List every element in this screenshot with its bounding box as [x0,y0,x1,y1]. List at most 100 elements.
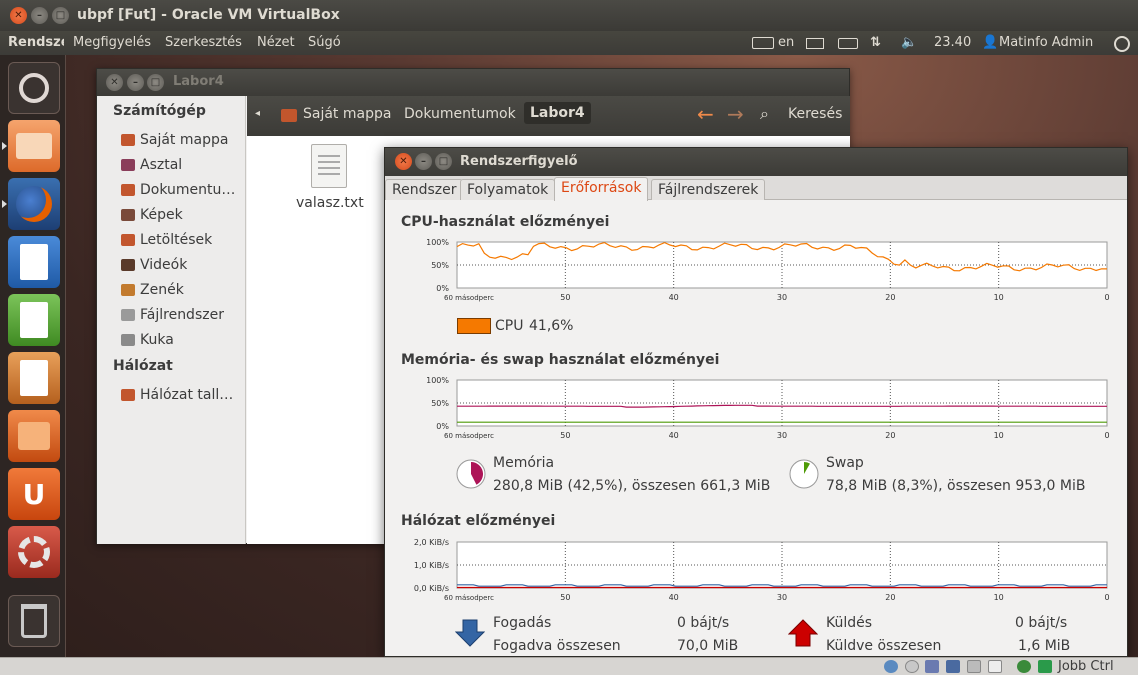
network-icon[interactable]: ⇅ [870,35,881,50]
capture-icon[interactable] [1017,660,1031,673]
y-tick-label: 1,0 KiB/s [414,561,449,570]
keyboard-layout[interactable]: en [778,35,794,50]
sysmon-close-button[interactable]: ✕ [395,153,412,170]
y-tick-label: 0% [436,422,449,431]
shared-folder-icon[interactable] [967,660,981,673]
trash-icon[interactable] [8,595,60,647]
sysmon-minimize-button[interactable]: – [415,153,432,170]
swap-pie-icon[interactable] [788,458,820,490]
x-tick-label: 60 másodperc [444,594,494,602]
memory-pie-icon[interactable] [455,458,487,490]
hard-disk-icon[interactable] [884,660,898,673]
folder-icon [121,284,135,296]
ubuntu-one-icon[interactable]: U [8,468,60,520]
menu-megfigyeles[interactable]: Megfigyelés [73,35,151,50]
sidebar-item[interactable]: Asztal [121,154,243,176]
x-tick-label: 30 [777,293,787,302]
forward-arrow-icon[interactable]: → [727,102,744,126]
user-icon[interactable]: 👤 [982,35,998,50]
crumb-labor4[interactable]: Labor4 [524,102,591,124]
y-tick-label: 100% [426,376,449,385]
optical-drive-icon[interactable] [905,660,919,673]
sidebar-item[interactable]: Fájlrendszer [121,304,243,326]
vbox-minimize-button[interactable]: – [31,7,48,24]
vbox-maximize-button[interactable]: □ [52,7,69,24]
power-icon[interactable] [1114,36,1130,52]
sidebar-item[interactable]: Hálózat tall… [121,384,243,406]
fm-close-button[interactable]: ✕ [106,74,123,91]
sidebar-item[interactable]: Dokumentu… [121,179,243,201]
menu-nezet[interactable]: Nézet [257,35,295,50]
panel-clock[interactable]: 23.40 [934,35,971,50]
cpu-legend-swatch[interactable] [457,318,491,334]
keyboard-icon[interactable] [752,37,774,49]
file-name[interactable]: valasz.txt [296,195,364,211]
sidebar-item-label: Dokumentu… [140,182,236,198]
send-value: 0 bájt/s [1015,615,1068,631]
search-label[interactable]: Keresés [788,106,842,122]
x-tick-label: 10 [994,431,1004,440]
sysmon-window-title: Rendszerfigyelő [460,154,578,169]
files-icon[interactable] [8,120,60,172]
y-tick-label: 100% [426,238,449,247]
receive-label: Fogadás [493,615,552,631]
system-settings-icon[interactable] [8,526,60,578]
impress-icon[interactable] [8,352,60,404]
sidebar-item[interactable]: Zenék [121,279,243,301]
calc-icon[interactable] [8,294,60,346]
fm-window-title: Labor4 [173,74,224,89]
x-tick-label: 30 [777,593,787,602]
sidebar-item[interactable]: Saját mappa [121,129,243,151]
tab-fajlrendszerek[interactable]: Fájlrendszerek [651,179,766,200]
sidebar-item[interactable]: Képek [121,204,243,226]
panel-user[interactable]: Matinfo Admin [999,35,1093,50]
fm-maximize-button[interactable]: □ [147,74,164,91]
x-tick-label: 10 [994,593,1004,602]
sidebar-item-label: Képek [140,207,183,223]
x-tick-label: 40 [669,593,679,602]
sidebar-item[interactable]: Videók [121,254,243,276]
display-icon[interactable] [988,660,1002,673]
crumb-home[interactable]: Saját mappa [303,106,391,122]
sysmon-maximize-button[interactable]: □ [435,153,452,170]
tab-rendszer[interactable]: Rendszer [385,179,464,200]
battery-icon[interactable] [838,38,858,49]
volume-icon[interactable]: 🔈 [901,35,917,50]
x-tick-label: 50 [560,593,570,602]
sidebar-item[interactable]: Kuka [121,329,243,351]
folder-icon [121,334,135,346]
writer-icon[interactable] [8,236,60,288]
menu-sugo[interactable]: Súgó [308,35,341,50]
sidebar-item-label: Letöltések [140,232,213,248]
top-panel: Rendszerfigyelő Megfigyelés Szerkesztés … [0,31,1138,55]
tab-folyamatok[interactable]: Folyamatok [460,179,556,200]
x-tick-label: 40 [669,293,679,302]
fm-minimize-button[interactable]: – [127,74,144,91]
x-tick-label: 20 [885,293,895,302]
mail-icon[interactable] [806,38,824,49]
search-icon[interactable]: ⌕ [760,104,769,124]
network-adapter-icon[interactable] [946,660,960,673]
sidebar-item-label: Videók [140,257,188,273]
tab-eroforrasok[interactable]: Erőforrások [554,177,649,201]
sidebar-item[interactable]: Letöltések [121,229,243,251]
sidebar-item-label: Zenék [140,282,184,298]
back-arrow-icon[interactable]: ← [697,102,714,126]
send-label: Küldés [826,615,873,631]
firefox-icon[interactable] [8,178,60,230]
dash-home-icon[interactable] [8,62,60,114]
cpu-value: 41,6% [529,318,574,334]
vbox-close-button[interactable]: ✕ [10,7,27,24]
cpu-legend-label: CPU [495,318,524,334]
menu-szerkesztes[interactable]: Szerkesztés [165,35,242,50]
memory-value: 280,8 MiB (42,5%), összesen 661,3 MiB [493,478,771,494]
crumb-dokumentumok[interactable]: Dokumentumok [404,106,516,122]
folder-icon [121,259,135,271]
software-center-icon[interactable] [8,410,60,462]
x-tick-label: 10 [994,293,1004,302]
usb-icon[interactable] [925,660,939,673]
x-tick-label: 20 [885,431,895,440]
text-file-icon[interactable] [311,144,347,188]
mouse-integration-icon[interactable] [1038,660,1052,673]
pathbar-left-arrow-icon[interactable]: ◂ [255,108,260,119]
